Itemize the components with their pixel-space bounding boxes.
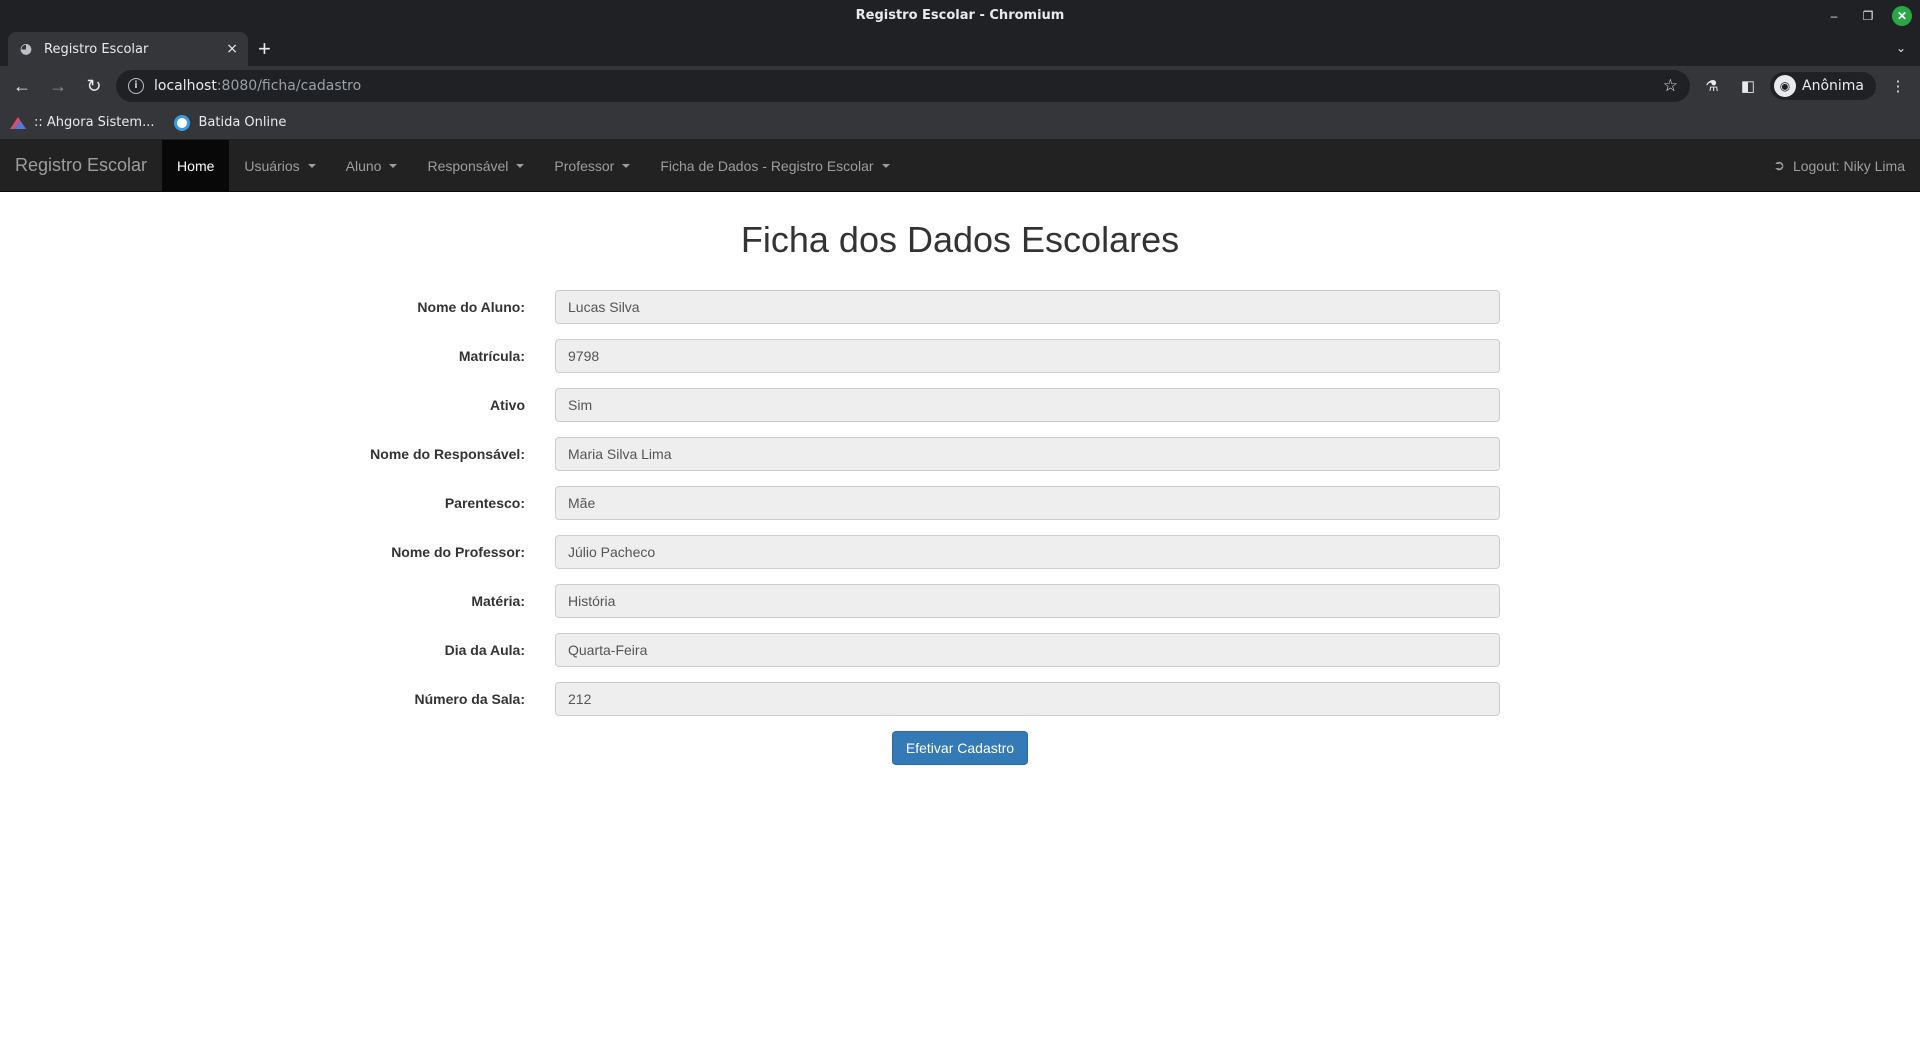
caret-down-icon bbox=[622, 163, 631, 168]
caret-down-icon bbox=[389, 163, 398, 168]
form-row-nome-aluno: Nome do Aluno: Lucas Silva bbox=[0, 290, 1920, 324]
caret-down-icon bbox=[307, 163, 316, 168]
nav-label: Responsável bbox=[427, 157, 509, 174]
minimize-icon[interactable]: – bbox=[1824, 6, 1844, 26]
main-content: Ficha dos Dados Escolares Nome do Aluno:… bbox=[0, 192, 1920, 765]
field-label: Nome do Responsável: bbox=[370, 446, 525, 462]
bookmark-star-icon[interactable]: ☆ bbox=[1663, 76, 1678, 96]
ativo-field[interactable]: Sim bbox=[555, 388, 1500, 422]
reload-icon[interactable]: ↻ bbox=[80, 72, 108, 100]
nav-label: Professor bbox=[554, 157, 615, 174]
window-titlebar: Registro Escolar - Chromium – ❐ ✕ bbox=[0, 0, 1920, 32]
nome-responsavel-field[interactable]: Maria Silva Lima bbox=[555, 437, 1500, 471]
form-row-parentesco: Parentesco: Mãe bbox=[0, 486, 1920, 520]
ahgora-logo-icon bbox=[10, 116, 26, 129]
nome-professor-field[interactable]: Júlio Pacheco bbox=[555, 535, 1500, 569]
nav-professor-dropdown[interactable]: Professor bbox=[539, 140, 645, 191]
nav-label: Usuários bbox=[244, 157, 300, 174]
caret-down-icon bbox=[881, 163, 890, 168]
numero-sala-field[interactable]: 212 bbox=[555, 682, 1500, 716]
close-window-icon[interactable]: ✕ bbox=[1892, 6, 1912, 26]
new-tab-button[interactable]: + bbox=[258, 38, 271, 60]
field-label: Matrícula: bbox=[458, 348, 525, 364]
profile-button[interactable]: ◉ Anônima bbox=[1770, 72, 1876, 100]
nav-home[interactable]: Home bbox=[162, 140, 230, 191]
logout-icon: ➲ bbox=[1773, 157, 1785, 173]
flask-icon[interactable]: ⚗ bbox=[1698, 72, 1726, 100]
nav-label: Ficha de Dados - Registro Escolar bbox=[660, 157, 874, 174]
tab-close-icon[interactable]: × bbox=[226, 41, 238, 57]
efetivar-cadastro-button[interactable]: Efetivar Cadastro bbox=[891, 731, 1029, 765]
form-row-numero-sala: Número da Sala: 212 bbox=[0, 682, 1920, 716]
kebab-menu-icon[interactable]: ⋮ bbox=[1884, 72, 1912, 100]
matricula-field[interactable]: 9798 bbox=[555, 339, 1500, 373]
dia-aula-field[interactable]: Quarta-Feira bbox=[555, 633, 1500, 667]
nav-responsavel-dropdown[interactable]: Responsável bbox=[412, 140, 539, 191]
field-label: Dia da Aula: bbox=[444, 642, 525, 658]
materia-field[interactable]: História bbox=[555, 584, 1500, 618]
profile-label: Anônima bbox=[1802, 78, 1864, 94]
browser-tab[interactable]: ◕ Registro Escolar × bbox=[8, 32, 248, 66]
url-host: localhost bbox=[154, 78, 217, 94]
bookmark-ahgora[interactable]: :: Ahgora Sistem... bbox=[10, 115, 154, 130]
bookmark-label: :: Ahgora Sistem... bbox=[34, 115, 155, 130]
bookmarks-bar: :: Ahgora Sistem... Batida Online bbox=[0, 106, 1920, 140]
tab-title: Registro Escolar bbox=[44, 41, 149, 57]
bookmark-label: Batida Online bbox=[198, 115, 287, 130]
nav-usuarios-dropdown[interactable]: Usuários bbox=[229, 140, 330, 191]
tab-strip: ◕ Registro Escolar × + ⌄ bbox=[0, 32, 1920, 66]
form-row-ativo: Ativo Sim bbox=[0, 388, 1920, 422]
form-row-matricula: Matrícula: 9798 bbox=[0, 339, 1920, 373]
window-controls: – ❐ ✕ bbox=[1824, 6, 1912, 26]
side-panel-icon[interactable]: ◧ bbox=[1734, 72, 1762, 100]
nav-label: Home bbox=[177, 157, 215, 174]
caret-down-icon bbox=[516, 163, 525, 168]
tab-search-chevron-icon[interactable]: ⌄ bbox=[1896, 41, 1906, 55]
form-row-nome-responsavel: Nome do Responsável: Maria Silva Lima bbox=[0, 437, 1920, 471]
logout-link[interactable]: ➲ Logout: Niky Lima bbox=[1758, 140, 1920, 191]
nav-label: Aluno bbox=[345, 157, 382, 174]
incognito-icon: ◉ bbox=[1774, 75, 1796, 97]
site-info-icon[interactable]: i bbox=[128, 78, 144, 94]
back-arrow-icon[interactable]: ← bbox=[8, 72, 36, 100]
parentesco-field[interactable]: Mãe bbox=[555, 486, 1500, 520]
field-label: Matéria: bbox=[471, 593, 525, 609]
form-row-nome-professor: Nome do Professor: Júlio Pacheco bbox=[0, 535, 1920, 569]
nome-aluno-field[interactable]: Lucas Silva bbox=[555, 290, 1500, 324]
form-actions: Efetivar Cadastro bbox=[0, 731, 1920, 765]
address-bar[interactable]: i localhost:8080/ficha/cadastro ☆ bbox=[116, 70, 1690, 102]
field-label: Ativo bbox=[490, 397, 525, 413]
form-row-dia-aula: Dia da Aula: Quarta-Feira bbox=[0, 633, 1920, 667]
nav-ficha-dropdown[interactable]: Ficha de Dados - Registro Escolar bbox=[645, 140, 904, 191]
field-label: Parentesco: bbox=[444, 495, 525, 511]
logout-label: Logout: Niky Lima bbox=[1792, 157, 1905, 174]
url-path: :8080/ficha/cadastro bbox=[216, 78, 362, 94]
window-title: Registro Escolar - Chromium bbox=[855, 8, 1065, 23]
field-label: Número da Sala: bbox=[414, 691, 525, 707]
browser-toolbar: ← → ↻ i localhost:8080/ficha/cadastro ☆ … bbox=[0, 66, 1920, 106]
globe-icon: ◕ bbox=[19, 41, 33, 57]
nav-aluno-dropdown[interactable]: Aluno bbox=[331, 140, 413, 191]
form-row-materia: Matéria: História bbox=[0, 584, 1920, 618]
navbar-brand[interactable]: Registro Escolar bbox=[0, 140, 162, 191]
batida-logo-icon bbox=[174, 114, 191, 131]
field-label: Nome do Aluno: bbox=[417, 299, 525, 315]
field-label: Nome do Professor: bbox=[391, 544, 525, 560]
forward-arrow-icon[interactable]: → bbox=[44, 72, 72, 100]
restore-icon[interactable]: ❐ bbox=[1858, 6, 1878, 26]
bookmark-batida-online[interactable]: Batida Online bbox=[174, 114, 287, 131]
app-navbar: Registro Escolar Home Usuários Aluno Res… bbox=[0, 140, 1920, 192]
page-title: Ficha dos Dados Escolares bbox=[740, 219, 1180, 260]
